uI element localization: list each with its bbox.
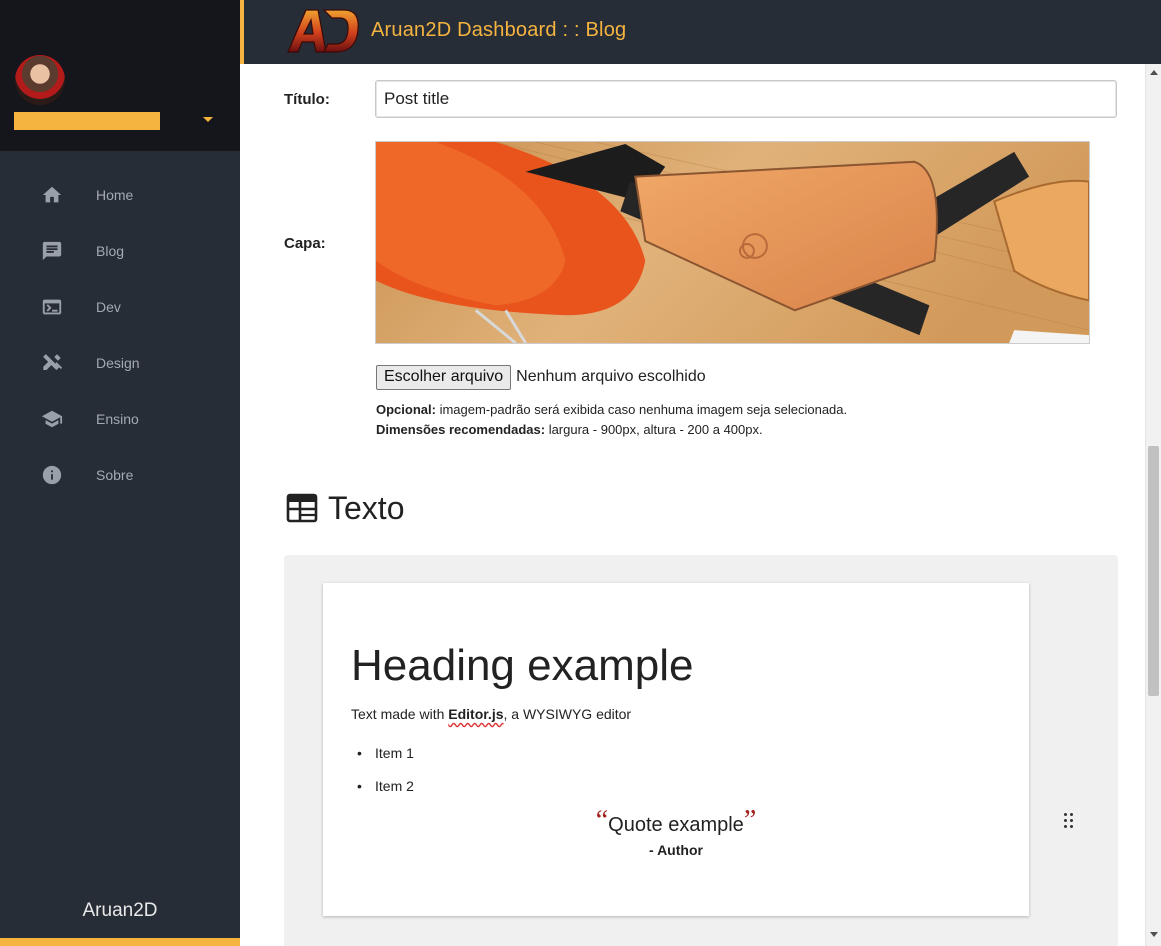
scrollbar-thumb[interactable] bbox=[1148, 446, 1159, 696]
cover-label: Capa: bbox=[284, 235, 326, 252]
sidebar-item-dev[interactable]: Dev bbox=[0, 279, 240, 335]
hint-optional-bold: Opcional: bbox=[376, 402, 436, 417]
editor-heading[interactable]: Heading example bbox=[351, 641, 693, 691]
editor-quote[interactable]: “Quote example” bbox=[323, 805, 1029, 837]
editor-list-item[interactable]: Item 1 bbox=[357, 745, 414, 761]
section-title: Texto bbox=[328, 489, 405, 526]
avatar[interactable] bbox=[15, 55, 65, 105]
quote-text: Quote example bbox=[608, 814, 744, 836]
user-name-bar[interactable] bbox=[14, 112, 160, 130]
hint-optional-text: imagem-padrão será exibida caso nenhuma … bbox=[435, 402, 848, 417]
cover-image bbox=[375, 141, 1090, 344]
hint-dimensions-text: largura - 900px, altura - 200 a 400px. bbox=[545, 422, 763, 437]
sidebar-item-design[interactable]: Design bbox=[0, 335, 240, 391]
quote-open-mark: “ bbox=[595, 805, 609, 836]
sidebar-item-label: Sobre bbox=[96, 467, 134, 483]
paragraph-text-start: Text made with bbox=[351, 706, 449, 722]
sidebar-item-label: Blog bbox=[96, 243, 125, 259]
sidebar-item-label: Ensino bbox=[96, 411, 139, 427]
hint-dimensions-bold: Dimensões recomendadas: bbox=[376, 422, 546, 437]
editor-container: Heading example Text made with Editor.js… bbox=[284, 555, 1118, 946]
file-upload: Escolher arquivo Nenhum arquivo escolhid… bbox=[376, 364, 706, 390]
hint-optional: Opcional: imagem-padrão será exibida cas… bbox=[376, 402, 847, 417]
editor-list-item[interactable]: Item 2 bbox=[357, 778, 414, 794]
web-layout-icon bbox=[286, 493, 318, 523]
title-input[interactable] bbox=[375, 80, 1117, 118]
sidebar-item-blog[interactable]: Blog bbox=[0, 223, 240, 279]
page-title: Aruan2D Dashboard : : Blog bbox=[371, 19, 627, 41]
drag-handle-icon[interactable] bbox=[1064, 813, 1076, 831]
scroll-up-arrow-icon[interactable] bbox=[1150, 70, 1158, 75]
sidebar-item-home[interactable]: Home bbox=[0, 167, 240, 223]
info-icon bbox=[40, 463, 64, 487]
paragraph-text-end: , a WYSIWYG editor bbox=[503, 706, 632, 722]
sidebar-footer-brand: Aruan2D bbox=[82, 900, 158, 921]
editor-canvas[interactable]: Heading example Text made with Editor.js… bbox=[323, 583, 1029, 916]
main-content: Título: Capa: bbox=[256, 64, 1145, 946]
home-icon bbox=[40, 183, 64, 207]
sidebar-profile bbox=[0, 0, 240, 151]
sidebar-item-label: Dev bbox=[96, 299, 121, 315]
top-header: Aruan2D Dashboard : : Blog bbox=[240, 0, 1161, 64]
quote-close-mark: ” bbox=[743, 805, 757, 836]
hint-dimensions: Dimensões recomendadas: largura - 900px,… bbox=[376, 422, 763, 437]
section-heading: Texto bbox=[286, 488, 404, 528]
school-icon bbox=[40, 407, 64, 431]
title-label: Título: bbox=[284, 91, 330, 108]
sidebar-item-label: Design bbox=[96, 355, 140, 371]
sidebar-accent-bar bbox=[0, 938, 240, 946]
vertical-scrollbar[interactable] bbox=[1145, 64, 1161, 946]
chevron-down-icon[interactable] bbox=[203, 117, 213, 122]
sidebar-item-sobre[interactable]: Sobre bbox=[0, 447, 240, 503]
scroll-down-arrow-icon[interactable] bbox=[1150, 932, 1158, 937]
sidebar: Home Blog Dev Design Ensino Sobre Aruan2… bbox=[0, 0, 240, 946]
chat-icon bbox=[40, 239, 64, 263]
sidebar-item-label: Home bbox=[96, 187, 134, 203]
paragraph-bold-text: Editor.js bbox=[448, 706, 504, 722]
editor-quote-author[interactable]: - Author bbox=[323, 842, 1029, 858]
sidebar-item-ensino[interactable]: Ensino bbox=[0, 391, 240, 447]
site-logo[interactable] bbox=[284, 6, 362, 56]
terminal-icon bbox=[40, 295, 64, 319]
file-status-text: Nenhum arquivo escolhido bbox=[516, 368, 706, 385]
editor-paragraph[interactable]: Text made with Editor.js, a WYSIWYG edit… bbox=[351, 706, 631, 722]
choose-file-button[interactable]: Escolher arquivo bbox=[376, 364, 512, 390]
design-tools-icon bbox=[40, 351, 64, 375]
